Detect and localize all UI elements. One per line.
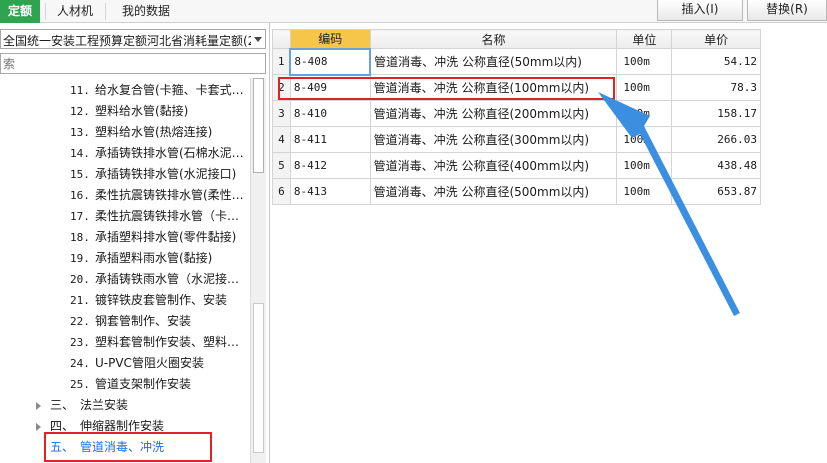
highlight-box-row (278, 77, 615, 100)
cell-price[interactable]: 266.03 (671, 126, 761, 153)
cell-unit[interactable]: 100m (616, 74, 673, 101)
cell-unit[interactable]: 100m (616, 100, 673, 127)
highlight-box-chapter (44, 432, 212, 462)
table-row[interactable]: 5 8-412 管道消毒、冲洗 公称直径(400mm以内) 100m 438.4… (272, 152, 761, 179)
cell-price[interactable]: 54.12 (671, 48, 761, 75)
cell-unit[interactable]: 100m (616, 178, 673, 205)
column-header-price[interactable]: 单价 (671, 29, 761, 49)
cell-unit[interactable]: 100m (616, 48, 673, 75)
quota-grid: 编码 名称 单位 单价 1 8-408 管道消毒、冲洗 公称直径(50mm以内)… (272, 29, 761, 205)
cell-code[interactable]: 8-413 (289, 178, 371, 205)
scrollbar-thumb[interactable] (253, 78, 264, 173)
tab-divider (45, 3, 46, 20)
quota-library-pane: 全国统一安装工程预算定额河北省消耗量定额(20 11.给水复合管(卡箍、卡套式…… (0, 23, 270, 463)
tab-quota[interactable]: 定额 (0, 0, 40, 23)
row-index: 4 (272, 126, 291, 153)
row-index: 1 (272, 48, 291, 75)
table-row[interactable]: 3 8-410 管道消毒、冲洗 公称直径(200mm以内) 100m 158.1… (272, 100, 761, 127)
library-select[interactable]: 全国统一安装工程预算定额河北省消耗量定额(20 (0, 29, 266, 49)
row-index: 6 (272, 178, 291, 205)
tree-scrollbar[interactable] (250, 78, 266, 463)
cell-code[interactable]: 8-411 (289, 126, 371, 153)
tree-group-flange[interactable]: 三、 法兰安装 (0, 395, 250, 416)
cell-price[interactable]: 78.3 (671, 74, 761, 101)
row-index: 5 (272, 152, 291, 179)
library-select-value: 全国统一安装工程预算定额河北省消耗量定额(20 (3, 34, 251, 48)
insert-button[interactable]: 插入(I) (657, 0, 743, 21)
cell-unit[interactable]: 100m (616, 126, 673, 153)
table-header-row: 编码 名称 单位 单价 (272, 29, 761, 49)
cell-name[interactable]: 管道消毒、冲洗 公称直径(400mm以内) (369, 152, 618, 179)
search-input[interactable] (0, 53, 266, 74)
table-row[interactable]: 1 8-408 管道消毒、冲洗 公称直径(50mm以内) 100m 54.12 (272, 47, 761, 76)
chapter-tree: 11. 给水复合管(卡箍、卡套式… 12. 塑料给水管(黏接) 13. 塑料给水管(热… (0, 78, 250, 463)
quota-table: 编码 名称 单位 单价 1 8-408 管道消毒、冲洗 公称直径(50mm以内)… (272, 29, 761, 205)
cell-name[interactable]: 管道消毒、冲洗 公称直径(50mm以内) (369, 48, 618, 75)
table-row[interactable]: 6 8-413 管道消毒、冲洗 公称直径(500mm以内) 100m 653.8… (272, 178, 761, 205)
table-row[interactable]: 4 8-411 管道消毒、冲洗 公称直径(300mm以内) 100m 266.0… (272, 126, 761, 153)
cell-code[interactable]: 8-410 (289, 100, 371, 127)
cell-price[interactable]: 158.17 (671, 100, 761, 127)
column-header-unit[interactable]: 单位 (616, 29, 673, 49)
column-header-name[interactable]: 名称 (369, 29, 618, 49)
replace-button[interactable]: 替换(R) (747, 0, 827, 21)
cell-unit[interactable]: 100m (616, 152, 673, 179)
row-index-header (272, 29, 291, 49)
cell-name[interactable]: 管道消毒、冲洗 公称直径(200mm以内) (369, 100, 618, 127)
expand-arrow-icon[interactable] (36, 402, 41, 410)
top-tab-bar: 定额 人材机 我的数据 插入(I) 替换(R) (0, 0, 827, 23)
row-index: 3 (272, 100, 291, 127)
tab-my-data[interactable]: 我的数据 (110, 0, 182, 23)
cell-price[interactable]: 438.48 (671, 152, 761, 179)
tab-labor-material-machine[interactable]: 人材机 (50, 0, 100, 23)
cell-code[interactable]: 8-412 (289, 152, 371, 179)
expand-arrow-icon[interactable] (36, 423, 41, 431)
cell-price[interactable]: 653.87 (671, 178, 761, 205)
cell-code[interactable]: 8-408 (289, 47, 372, 76)
column-header-code[interactable]: 编码 (289, 29, 371, 49)
chevron-down-icon[interactable] (254, 37, 262, 42)
tab-divider (105, 3, 106, 20)
cell-name[interactable]: 管道消毒、冲洗 公称直径(500mm以内) (369, 178, 618, 205)
scrollbar-track-panel (253, 303, 264, 453)
cell-name[interactable]: 管道消毒、冲洗 公称直径(300mm以内) (369, 126, 618, 153)
